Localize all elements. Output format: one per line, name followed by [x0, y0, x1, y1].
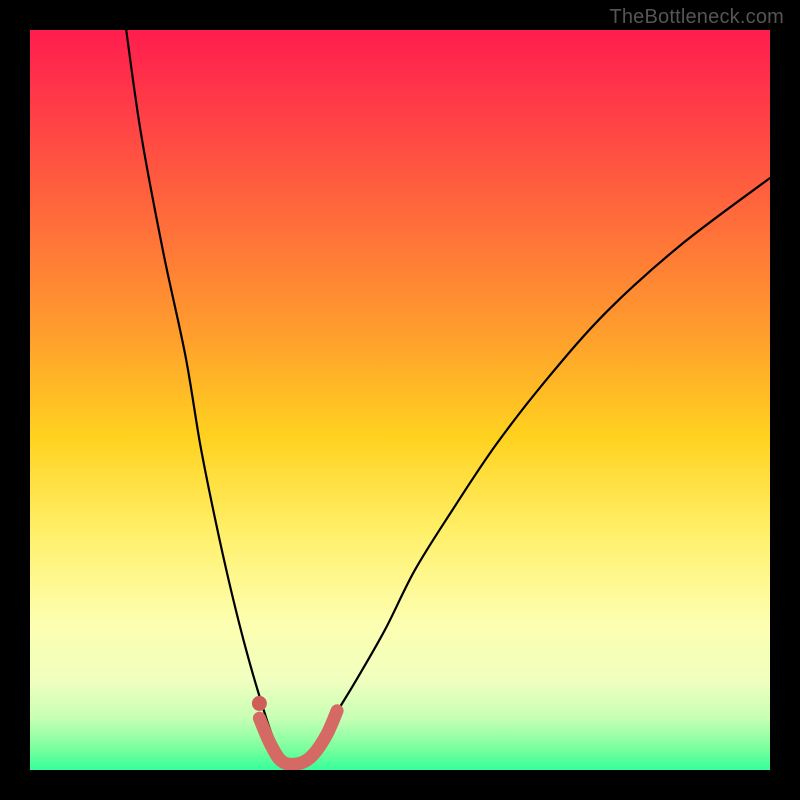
plot-area	[30, 30, 770, 770]
curve-layer	[30, 30, 770, 770]
highlight-dot-icon	[252, 696, 267, 711]
highlight-band	[259, 711, 337, 765]
bottleneck-curve	[126, 30, 770, 765]
chart-frame: TheBottleneck.com	[0, 0, 800, 800]
watermark-text: TheBottleneck.com	[609, 6, 784, 29]
